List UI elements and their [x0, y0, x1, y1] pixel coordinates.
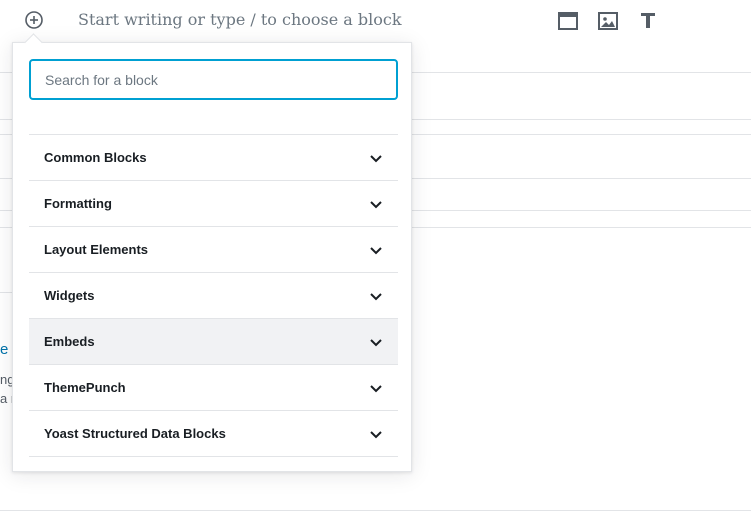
- category-widgets[interactable]: Widgets: [29, 273, 398, 319]
- editor-divider: [0, 510, 751, 511]
- category-label: Widgets: [44, 288, 95, 303]
- chevron-down-icon: [370, 154, 382, 162]
- category-label: Formatting: [44, 196, 112, 211]
- chevron-down-icon: [370, 430, 382, 438]
- cover-block-icon: [558, 12, 578, 30]
- block-inserter-popover: Common Blocks Formatting Layout Elements…: [12, 42, 412, 472]
- category-embeds[interactable]: Embeds: [29, 319, 398, 365]
- category-label: Embeds: [44, 334, 95, 349]
- chevron-down-icon: [370, 338, 382, 346]
- chevron-down-icon: [370, 292, 382, 300]
- add-block-button[interactable]: [24, 10, 44, 30]
- background-link[interactable]: e: [0, 341, 8, 358]
- image-block-icon: [598, 12, 618, 30]
- category-layout-elements[interactable]: Layout Elements: [29, 227, 398, 273]
- category-label: Common Blocks: [44, 150, 147, 165]
- cover-block-button[interactable]: [557, 10, 579, 32]
- plus-circle-icon: [25, 11, 43, 29]
- category-label: ThemePunch: [44, 380, 126, 395]
- block-search-input[interactable]: [29, 59, 398, 100]
- chevron-down-icon: [370, 200, 382, 208]
- category-formatting[interactable]: Formatting: [29, 181, 398, 227]
- category-label: Yoast Structured Data Blocks: [44, 426, 226, 441]
- block-placeholder[interactable]: Start writing or type / to choose a bloc…: [78, 10, 402, 29]
- heading-block-button[interactable]: [637, 10, 659, 32]
- block-category-list: Common Blocks Formatting Layout Elements…: [29, 134, 398, 457]
- heading-block-icon: [641, 13, 655, 28]
- category-label: Layout Elements: [44, 242, 149, 257]
- category-themepunch[interactable]: ThemePunch: [29, 365, 398, 411]
- image-block-button[interactable]: [597, 10, 619, 32]
- chevron-down-icon: [370, 246, 382, 254]
- chevron-down-icon: [370, 384, 382, 392]
- category-common-blocks[interactable]: Common Blocks: [29, 135, 398, 181]
- category-yoast-structured-data-blocks[interactable]: Yoast Structured Data Blocks: [29, 411, 398, 457]
